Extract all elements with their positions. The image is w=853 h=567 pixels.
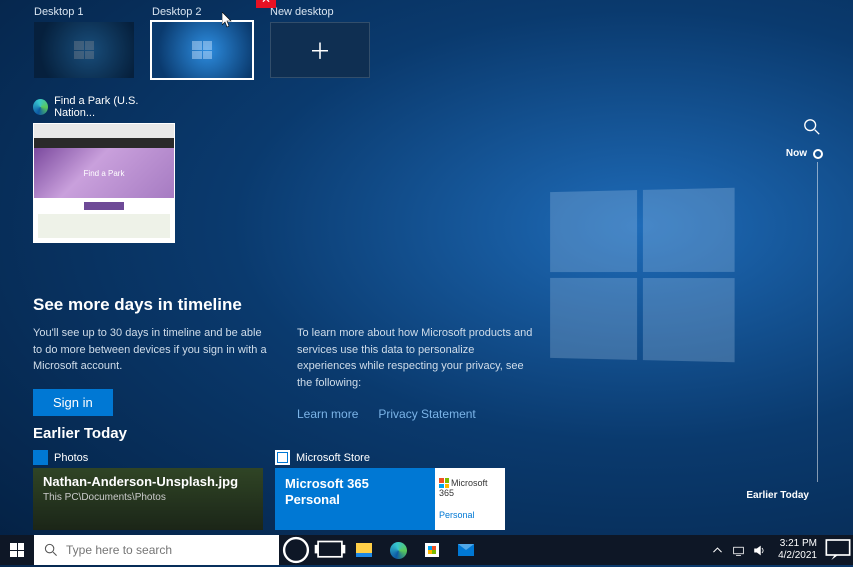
search-input[interactable] xyxy=(66,543,269,557)
timeline-earlier-marker[interactable]: Earlier Today xyxy=(746,490,809,501)
store-icon xyxy=(275,450,290,465)
activity-card-store[interactable]: Microsoft Store Microsoft 365 Personal M… xyxy=(275,450,505,530)
activity-card-edge[interactable]: Find a Park (U.S. Nation... Find a Park xyxy=(33,95,175,243)
store-icon xyxy=(425,543,439,557)
circle-icon xyxy=(279,533,313,567)
mail-icon xyxy=(458,544,474,556)
folder-icon xyxy=(356,543,372,557)
earlier-today-heading: Earlier Today xyxy=(33,425,633,442)
desktop-1-thumb[interactable] xyxy=(34,22,134,78)
task-view-icon xyxy=(313,533,347,567)
chevron-up-icon[interactable] xyxy=(711,544,724,557)
store-app-label: Microsoft Store xyxy=(296,452,370,464)
activity-card-title: Find a Park (U.S. Nation... xyxy=(54,95,175,119)
network-icon[interactable] xyxy=(732,544,745,557)
microsoft-logo-icon xyxy=(439,478,449,488)
earlier-today-section: Earlier Today Photos Nathan-Anderson-Uns… xyxy=(33,425,633,530)
mail-button[interactable] xyxy=(449,535,483,565)
timeline-search-button[interactable] xyxy=(803,118,821,136)
timeline-heading: See more days in timeline xyxy=(33,295,533,315)
action-center-button[interactable] xyxy=(823,535,853,565)
clock-date: 4/2/2021 xyxy=(778,550,817,562)
new-desktop-label: New desktop xyxy=(270,6,370,18)
clock-time: 3:21 PM xyxy=(778,538,817,550)
edge-icon xyxy=(390,542,407,559)
photo-path: This PC\Documents\Photos xyxy=(43,492,253,503)
cortana-button[interactable] xyxy=(279,535,313,565)
notification-icon xyxy=(823,535,853,565)
sign-in-button[interactable]: Sign in xyxy=(33,389,113,416)
microsoft-store-button[interactable] xyxy=(415,535,449,565)
new-desktop-thumb[interactable]: ＋ xyxy=(270,22,370,78)
new-desktop[interactable]: New desktop ＋ xyxy=(270,6,370,78)
windows-icon xyxy=(10,543,24,557)
start-button[interactable] xyxy=(0,535,34,565)
taskbar-clock[interactable]: 3:21 PM 4/2/2021 xyxy=(772,538,823,562)
desktop-2-thumb[interactable] xyxy=(152,22,252,78)
desktop-2[interactable]: Desktop 2 ✕ xyxy=(152,6,252,78)
close-desktop-button[interactable]: ✕ xyxy=(256,0,276,8)
activity-card-photos[interactable]: Photos Nathan-Anderson-Unsplash.jpg This… xyxy=(33,450,263,530)
taskbar: 3:21 PM 4/2/2021 xyxy=(0,535,853,565)
volume-icon[interactable] xyxy=(753,544,766,557)
timeline-now-marker[interactable]: Now xyxy=(786,148,823,159)
search-icon xyxy=(44,543,58,557)
photos-app-label: Photos xyxy=(54,452,88,464)
system-tray[interactable] xyxy=(705,544,772,557)
edge-button[interactable] xyxy=(381,535,415,565)
windows-logo-watermark xyxy=(550,188,734,362)
plus-icon: ＋ xyxy=(309,34,331,66)
privacy-statement-link[interactable]: Privacy Statement xyxy=(378,405,475,423)
timeline-scrubber-track[interactable] xyxy=(817,162,818,482)
file-explorer-button[interactable] xyxy=(347,535,381,565)
edge-icon xyxy=(33,99,48,115)
now-dot-icon xyxy=(813,149,823,159)
photos-icon xyxy=(33,450,48,465)
desktop-1-label: Desktop 1 xyxy=(34,6,134,18)
store-item-title: Microsoft 365 Personal xyxy=(285,476,425,507)
taskbar-search[interactable] xyxy=(34,535,279,565)
desktop-1[interactable]: Desktop 1 xyxy=(34,6,134,78)
photo-filename: Nathan-Anderson-Unsplash.jpg xyxy=(43,474,253,490)
learn-more-link[interactable]: Learn more xyxy=(297,405,358,423)
desktop-2-label: Desktop 2 xyxy=(152,6,252,18)
activity-card-thumbnail[interactable]: Find a Park xyxy=(33,123,175,243)
virtual-desktop-switcher: Desktop 1 Desktop 2 ✕ New desktop ＋ xyxy=(0,0,853,78)
timeline-promo: See more days in timeline You'll see up … xyxy=(33,295,533,423)
timeline-desc-2: To learn more about how Microsoft produc… xyxy=(297,325,533,391)
task-view-button[interactable] xyxy=(313,535,347,565)
timeline-desc-1: You'll see up to 30 days in timeline and… xyxy=(33,325,269,375)
